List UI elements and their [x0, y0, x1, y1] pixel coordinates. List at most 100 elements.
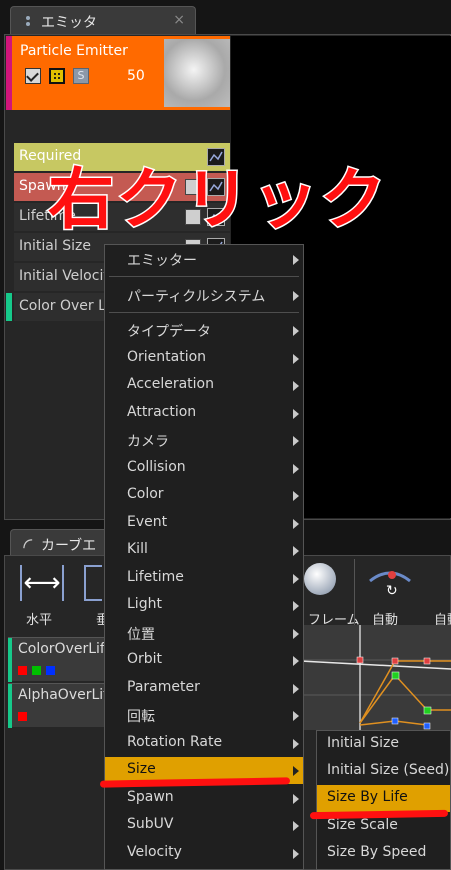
frame-button[interactable]: フレーム [300, 557, 360, 628]
menu-item-location[interactable]: 位置 [105, 620, 303, 647]
close-icon[interactable]: × [173, 12, 185, 28]
emitter-header[interactable]: Particle Emitter S 50 [6, 36, 230, 110]
menu-item-rotation[interactable]: 回転 [105, 702, 303, 729]
svg-text:↻: ↻ [386, 583, 398, 599]
size-submenu: Initial Size Initial Size (Seed) Size By… [316, 730, 451, 870]
submenu-item-label: Initial Size (Seed) [327, 762, 450, 778]
vertical-fit-button[interactable]: 垂直 [84, 557, 122, 628]
horizontal-fit-button[interactable]: ⟷ 水平 [18, 557, 68, 628]
menu-item-emitter[interactable]: エミッター [105, 246, 303, 273]
curve-tab-icon [23, 539, 33, 549]
menu-item-acceleration[interactable]: Acceleration [105, 372, 303, 399]
emitter-particle-count: 50 [127, 68, 145, 84]
submenu-item-size-by-life[interactable]: Size By Life [317, 785, 450, 812]
menu-item-label: タイプデータ [127, 324, 211, 340]
submenu-arrow-icon [293, 255, 299, 265]
emitter-color-strip [6, 36, 12, 110]
submenu-arrow-icon [293, 381, 299, 391]
menu-separator [109, 276, 299, 277]
annotation-right-click: 右クリック [47, 160, 388, 240]
submenu-arrow-icon [293, 291, 299, 301]
track-label: ColorOverLife [18, 641, 114, 657]
module-color-strip [6, 293, 12, 321]
menu-item-label: Acceleration [127, 376, 214, 392]
menu-item-label: カメラ [127, 434, 169, 450]
alpha-channel-toggle[interactable] [18, 712, 27, 721]
menu-item-label: Light [127, 596, 162, 612]
tab-emitter[interactable]: エミッタ × [10, 6, 196, 36]
red-channel-toggle[interactable] [18, 666, 27, 675]
menu-item-label: Rotation Rate [127, 734, 223, 750]
menu-item-particle-system[interactable]: パーティクルシステム [105, 282, 303, 309]
submenu-arrow-icon [293, 574, 299, 584]
submenu-arrow-icon [293, 849, 299, 859]
track-color-strip [8, 684, 12, 728]
menu-item-label: Orientation [127, 349, 207, 365]
menu-item-attraction[interactable]: Attraction [105, 400, 303, 427]
emitter-thumbnail [164, 39, 230, 107]
menu-item-camera[interactable]: カメラ [105, 427, 303, 454]
submenu-arrow-icon [293, 601, 299, 611]
auto-clamped-button[interactable]: 自動 [428, 557, 451, 628]
menu-item-velocity[interactable]: Velocity [105, 840, 303, 867]
submenu-item-initial-size-seed[interactable]: Initial Size (Seed) [317, 758, 450, 785]
submenu-arrow-icon [293, 766, 299, 776]
s-button[interactable]: S [73, 68, 89, 84]
menu-item-parameter[interactable]: Parameter [105, 675, 303, 702]
submenu-arrow-icon [293, 326, 299, 336]
context-menu: エミッター パーティクルシステム タイプデータ Orientation Acce… [104, 244, 304, 870]
solo-icon[interactable] [49, 68, 65, 84]
curve-track-alpha-over-life[interactable]: AlphaOverLife [8, 683, 117, 728]
menu-item-label: Size [127, 761, 156, 777]
submenu-arrow-icon [293, 436, 299, 446]
menu-item-kill[interactable]: Kill [105, 537, 303, 564]
horizontal-arrows-icon: ⟷ [20, 565, 64, 601]
menu-item-color[interactable]: Color [105, 482, 303, 509]
menu-item-lifetime[interactable]: Lifetime [105, 565, 303, 592]
submenu-arrow-icon [293, 656, 299, 666]
submenu-item-label: Size Scale [327, 817, 398, 833]
track-color-strip [8, 638, 12, 682]
menu-item-label: Spawn [127, 789, 174, 805]
green-channel-toggle[interactable] [32, 666, 41, 675]
curve-graph[interactable] [300, 625, 451, 730]
submenu-arrow-icon [293, 464, 299, 474]
submenu-arrow-icon [293, 711, 299, 721]
auto-tangent-icon: ↻ [369, 571, 411, 599]
menu-item-rotation-rate[interactable]: Rotation Rate [105, 730, 303, 757]
menu-item-orientation[interactable]: Orientation [105, 345, 303, 372]
submenu-arrow-icon [293, 739, 299, 749]
track-label: AlphaOverLife [18, 687, 117, 703]
submenu-item-label: Size By Speed [327, 844, 427, 860]
menu-item-event[interactable]: Event [105, 510, 303, 537]
auto-button[interactable]: ↻ 自動 [360, 557, 420, 628]
menu-item-orbit[interactable]: Orbit [105, 647, 303, 674]
menu-item-label: Orbit [127, 651, 163, 667]
submenu-arrow-icon [293, 629, 299, 639]
submenu-arrow-icon [293, 821, 299, 831]
menu-item-label: Event [127, 514, 168, 530]
submenu-item-label: Size By Life [327, 789, 408, 805]
menu-item-light[interactable]: Light [105, 592, 303, 619]
menu-item-label: Velocity [127, 844, 182, 860]
menu-item-label: Attraction [127, 404, 197, 420]
submenu-item-initial-size[interactable]: Initial Size [317, 731, 450, 758]
menu-separator [109, 312, 299, 313]
menu-item-label: SubUV [127, 816, 174, 832]
blue-channel-toggle[interactable] [46, 666, 55, 675]
submenu-arrow-icon [293, 684, 299, 694]
submenu-item-size-by-speed[interactable]: Size By Speed [317, 840, 450, 867]
menu-item-collision[interactable]: Collision [105, 455, 303, 482]
menu-item-subuv[interactable]: SubUV [105, 812, 303, 839]
menu-item-label: 回転 [127, 709, 155, 725]
curve-track-color-over-life[interactable]: ColorOverLife [8, 637, 113, 682]
menu-item-type-data[interactable]: タイプデータ [105, 317, 303, 344]
tab-emitter-label: エミッタ [41, 15, 97, 31]
menu-item-label: Color [127, 486, 164, 502]
enable-checkbox[interactable] [25, 68, 41, 84]
menu-item-label: パーティクルシステム [127, 289, 266, 305]
menu-item-label: エミッター [127, 253, 197, 269]
emitter-tab-icon [26, 16, 30, 26]
menu-item-label: Collision [127, 459, 186, 475]
menu-item-spawn[interactable]: Spawn [105, 785, 303, 812]
